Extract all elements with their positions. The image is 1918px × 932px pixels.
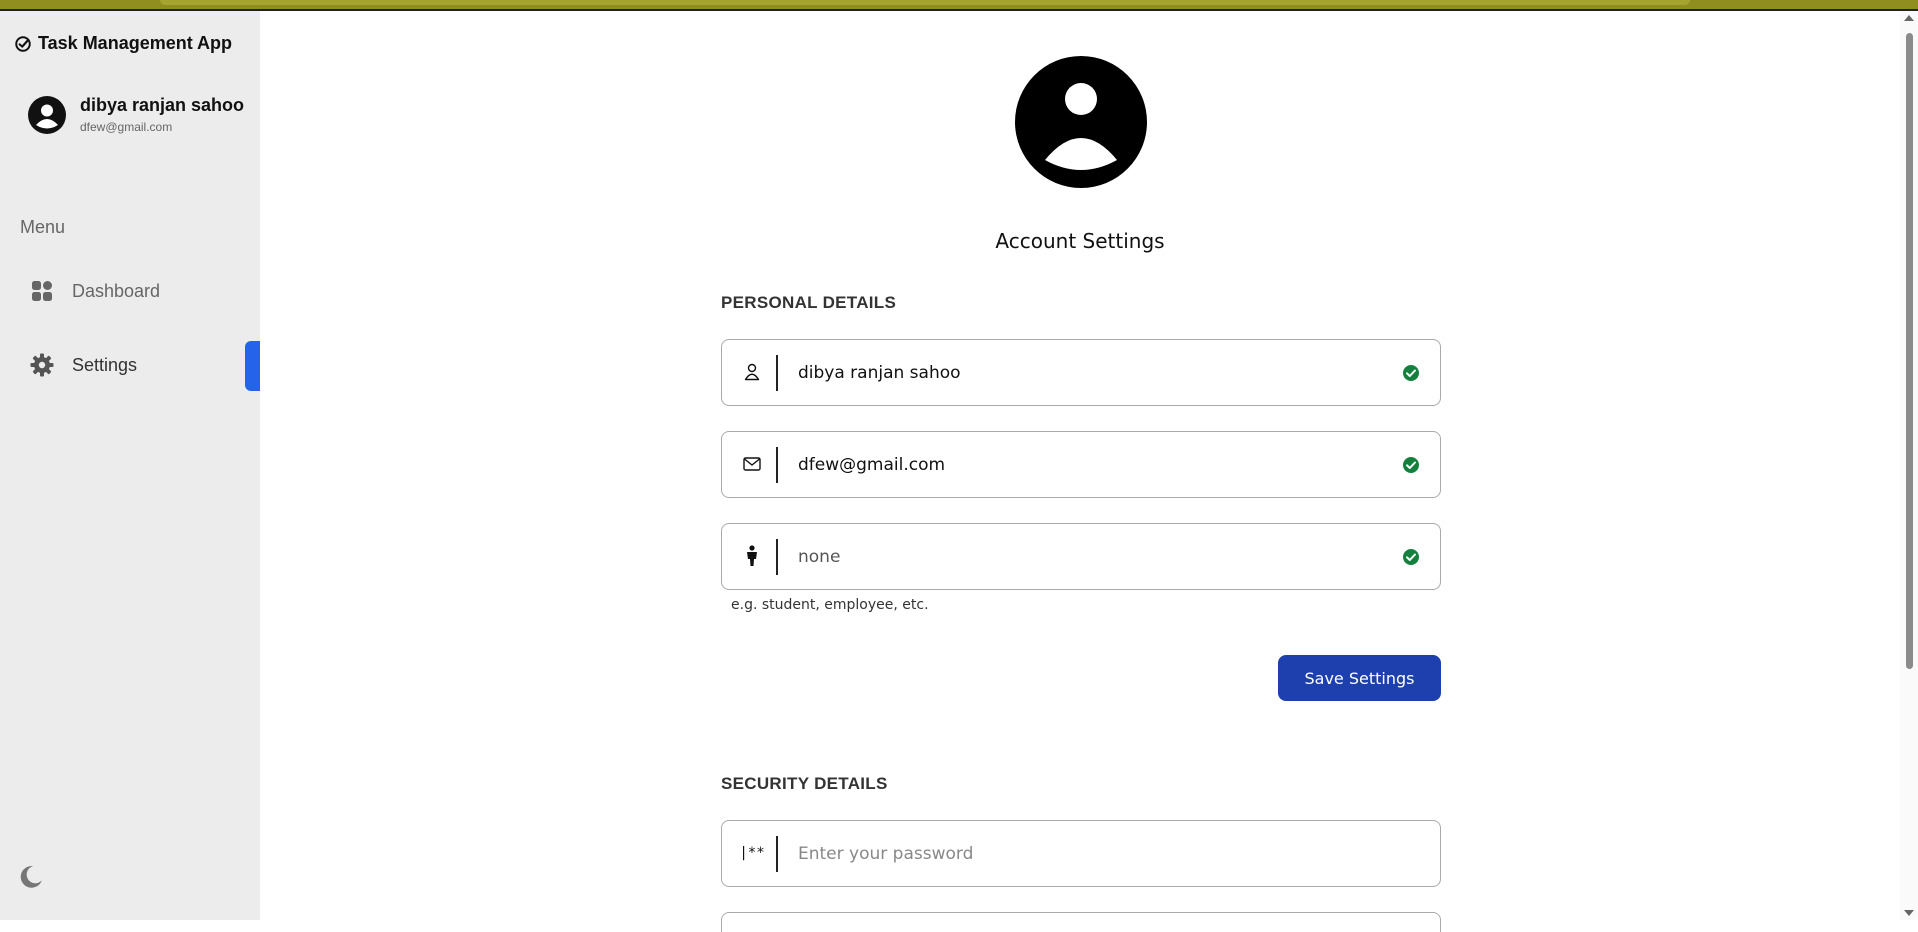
sidebar-item-label: Settings <box>72 354 138 375</box>
page-scrollbar[interactable] <box>1900 11 1918 920</box>
user-profile: dibya ranjan sahoo dfew@gmail.com <box>28 95 244 134</box>
security-details-heading: SECURITY DETAILS <box>721 774 888 793</box>
check-circle-valid-icon <box>1403 457 1419 473</box>
personal-details-heading: PERSONAL DETAILS <box>721 293 897 312</box>
person-outline-icon <box>740 360 764 384</box>
user-email: dfew@gmail.com <box>80 120 173 134</box>
name-input[interactable] <box>798 340 1358 405</box>
browser-top-bar <box>0 0 1918 11</box>
email-field <box>721 431 1441 498</box>
confirm-password-field[interactable] <box>721 912 1441 932</box>
sidebar-item-settings[interactable]: Settings <box>30 353 137 377</box>
field-divider <box>776 447 778 483</box>
role-helper-text: e.g. student, employee, etc. <box>731 597 929 613</box>
field-divider <box>776 539 778 575</box>
field-divider <box>776 836 778 872</box>
app-title-text: Task Management App <box>38 33 233 53</box>
email-input[interactable] <box>798 432 1358 497</box>
scrollbar-thumb[interactable] <box>1906 33 1913 669</box>
scroll-up-arrow-icon[interactable] <box>1904 15 1914 21</box>
active-indicator <box>245 341 260 391</box>
mail-icon <box>740 452 764 476</box>
settings-main: Account Settings PERSONAL DETAILS dibya … <box>260 11 1900 932</box>
user-avatar-icon <box>28 95 66 134</box>
user-name: dibya ranjan sahoo <box>80 95 245 115</box>
profile-avatar-icon <box>1015 56 1147 188</box>
check-circle-valid-icon <box>1403 549 1419 565</box>
page-title: Account Settings <box>995 229 1165 253</box>
browser-tab-strip <box>160 0 1690 5</box>
sidebar: Task Management App dibya ranjan sahoo d… <box>0 11 260 920</box>
menu-label: Menu <box>20 217 66 237</box>
sidebar-item-dashboard[interactable]: Dashboard <box>30 279 160 303</box>
password-field: |** <box>721 820 1441 887</box>
person-standing-icon <box>740 544 764 568</box>
field-divider <box>776 355 778 391</box>
password-icon: |** <box>739 845 765 861</box>
password-input[interactable] <box>798 821 1358 886</box>
app-title: Task Management App <box>14 33 232 54</box>
sidebar-item-label: Dashboard <box>72 280 161 301</box>
role-field <box>721 523 1441 590</box>
name-field <box>721 339 1441 406</box>
dashboard-grid-icon <box>32 281 52 301</box>
scroll-down-arrow-icon[interactable] <box>1904 910 1914 916</box>
gear-icon <box>30 353 54 377</box>
save-settings-button[interactable]: Save Settings <box>1278 655 1441 701</box>
check-circle-valid-icon <box>1403 365 1419 381</box>
check-circle-icon <box>15 35 31 52</box>
role-input[interactable] <box>798 524 1358 589</box>
moon-icon[interactable] <box>18 864 44 890</box>
